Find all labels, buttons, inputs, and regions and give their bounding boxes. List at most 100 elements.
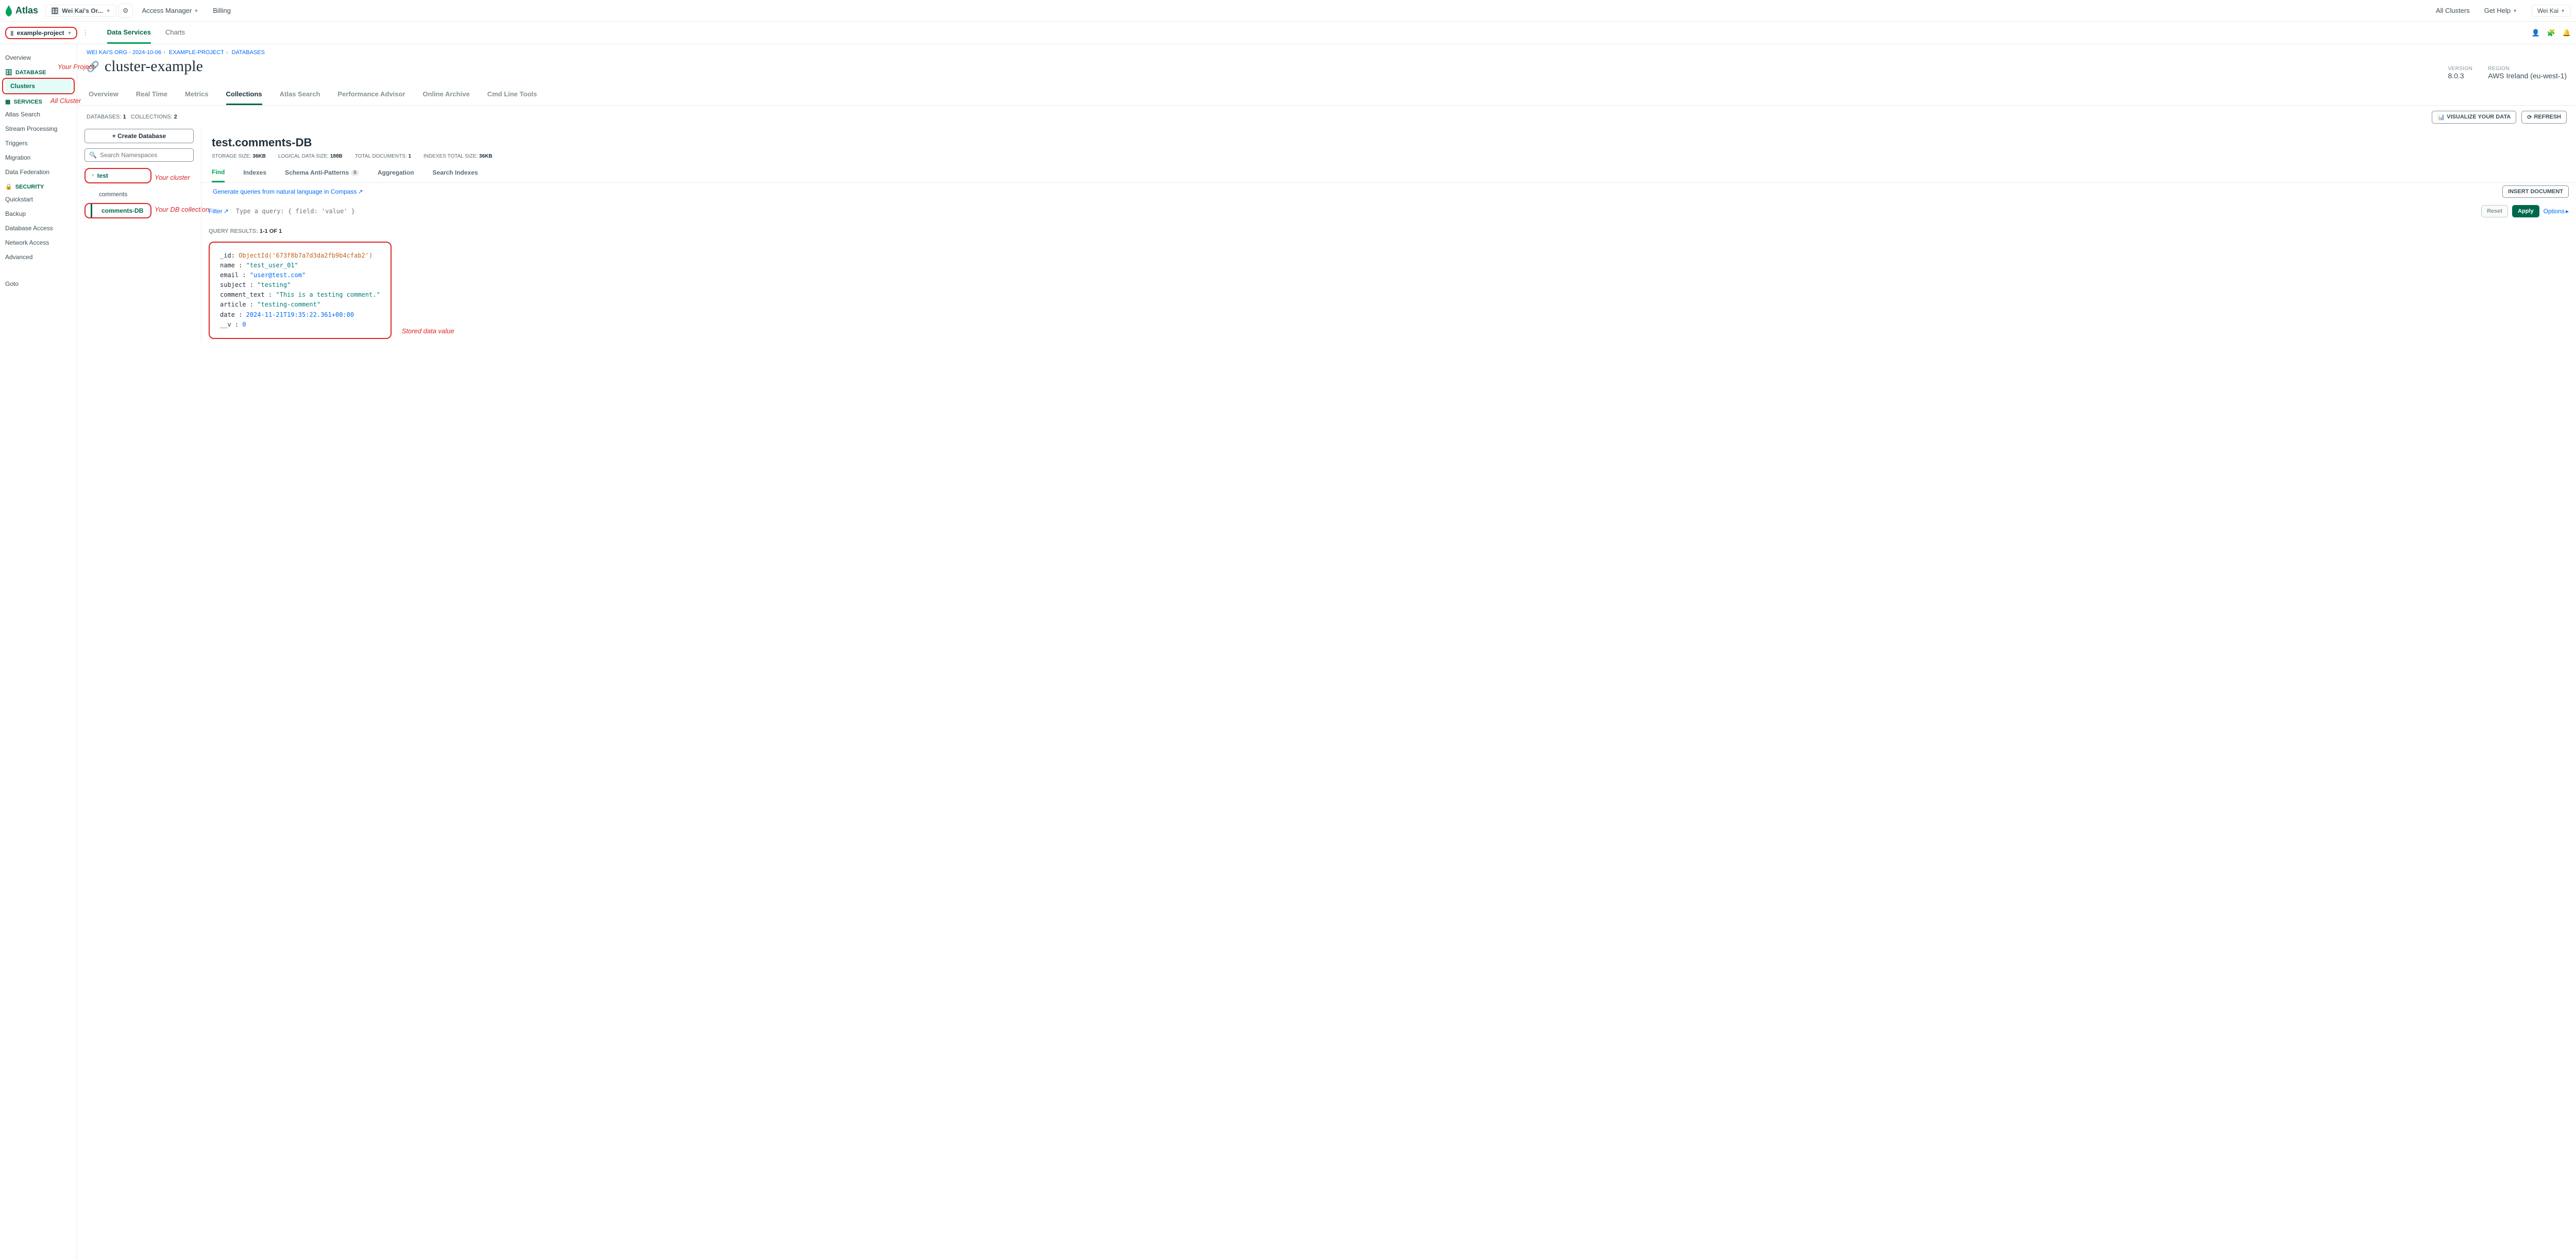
db-tree: + Create Database 🔍 ▾ test Your cluster … bbox=[77, 129, 201, 343]
nav-triggers[interactable]: Triggers bbox=[0, 136, 77, 150]
brand-text: Atlas bbox=[15, 5, 38, 16]
ctab-cmd[interactable]: Cmd Line Tools bbox=[487, 90, 537, 105]
collection-comments[interactable]: comments bbox=[84, 188, 194, 201]
version-label: VERSION bbox=[2448, 66, 2472, 72]
project-more-menu[interactable]: ⋮ bbox=[79, 29, 92, 37]
billing-link[interactable]: Billing bbox=[213, 7, 231, 14]
namespace-title: test.comments-DB bbox=[201, 129, 2576, 151]
nav-db-access[interactable]: Database Access bbox=[0, 221, 77, 235]
nav-overview[interactable]: Overview bbox=[0, 50, 77, 65]
nav-advanced[interactable]: Advanced bbox=[0, 250, 77, 264]
lock-icon: 🔒 bbox=[5, 183, 12, 190]
annotation-all-cluster: All Cluster bbox=[50, 97, 81, 105]
nav-heading-database: 🗄 DATABASE bbox=[0, 65, 77, 78]
ctab-realtime[interactable]: Real Time bbox=[136, 90, 167, 105]
bell-icon[interactable]: 🔔 bbox=[2563, 29, 2571, 37]
ctab-collections[interactable]: Collections bbox=[226, 90, 262, 105]
atlas-logo[interactable]: Atlas bbox=[5, 5, 38, 16]
access-manager-link[interactable]: Access Manager ▼ bbox=[142, 7, 199, 14]
cols-label: COLLECTIONS: bbox=[131, 114, 173, 120]
document-result[interactable]: _id: ObjectId('673f8b7a7d3da2fb9b4cfab2'… bbox=[209, 242, 392, 339]
search-namespaces[interactable]: 🔍 bbox=[84, 148, 194, 162]
options-link[interactable]: Options ▸ bbox=[2544, 208, 2569, 215]
nav-goto[interactable]: Goto bbox=[0, 277, 77, 291]
dtab-schema[interactable]: Schema Anti-Patterns0 bbox=[285, 163, 359, 182]
settings-button[interactable]: ⚙ bbox=[118, 4, 133, 18]
chevron-down-icon: ▼ bbox=[2561, 8, 2565, 13]
chevron-down-icon: ▼ bbox=[106, 8, 111, 13]
project-selector[interactable]: ▮ example-project ▼ bbox=[5, 27, 77, 39]
org-icon: 🗄 bbox=[51, 7, 59, 14]
org-selector[interactable]: 🗄 Wei Kai's Or... ▼ bbox=[45, 5, 116, 17]
search-input[interactable] bbox=[100, 151, 189, 159]
refresh-icon: ⟳ bbox=[2527, 114, 2532, 121]
counts-row: DATABASES: 1 COLLECTIONS: 2 📊VISUALIZE Y… bbox=[77, 106, 2576, 129]
annotation-cluster: Your cluster bbox=[155, 174, 190, 181]
collection-comments-db[interactable]: comments-DB bbox=[84, 203, 151, 218]
ctab-metrics[interactable]: Metrics bbox=[185, 90, 209, 105]
create-database-button[interactable]: + Create Database bbox=[84, 129, 194, 143]
apply-button[interactable]: Apply bbox=[2512, 205, 2539, 217]
collection-main: test.comments-DB STORAGE SIZE: 36KB LOGI… bbox=[201, 129, 2576, 343]
dtab-aggregation[interactable]: Aggregation bbox=[378, 163, 414, 182]
all-clusters-link[interactable]: All Clusters bbox=[2436, 7, 2470, 14]
stats-row: STORAGE SIZE: 36KB LOGICAL DATA SIZE: 18… bbox=[201, 151, 2576, 163]
dtab-search-indexes[interactable]: Search Indexes bbox=[433, 163, 478, 182]
dtab-indexes[interactable]: Indexes bbox=[243, 163, 266, 182]
cols-value: 2 bbox=[174, 114, 177, 120]
cluster-tabs: Overview Real Time Metrics Collections A… bbox=[77, 83, 2576, 106]
ctab-performance[interactable]: Performance Advisor bbox=[337, 90, 405, 105]
leaf-icon bbox=[5, 5, 12, 16]
nav-migration[interactable]: Migration bbox=[0, 150, 77, 165]
org-name: Wei Kai's Or... bbox=[62, 7, 103, 14]
ctab-archive[interactable]: Online Archive bbox=[422, 90, 469, 105]
doc-tabs: Find Indexes Schema Anti-Patterns0 Aggre… bbox=[201, 163, 2576, 183]
nav-stream[interactable]: Stream Processing bbox=[0, 122, 77, 136]
query-input[interactable] bbox=[233, 205, 2477, 218]
filter-row: Filter ↗ Reset Apply Options ▸ bbox=[201, 203, 2576, 224]
refresh-button[interactable]: ⟳REFRESH bbox=[2521, 111, 2567, 124]
activity-icon[interactable]: 🧩 bbox=[2547, 29, 2555, 37]
breadcrumb: WEI KAI'S ORG - 2024-10-06› EXAMPLE-PROJ… bbox=[77, 44, 2576, 56]
cluster-header: 🔗 cluster-example VERSION 8.0.3 REGION A… bbox=[77, 56, 2576, 80]
ctab-overview[interactable]: Overview bbox=[89, 90, 118, 105]
nav-quickstart[interactable]: Quickstart bbox=[0, 192, 77, 207]
user-menu[interactable]: Wei Kai ▼ bbox=[2532, 5, 2571, 17]
chevron-down-icon: ▼ bbox=[67, 30, 72, 36]
nav-atlas-search[interactable]: Atlas Search bbox=[0, 107, 77, 122]
dtab-find[interactable]: Find bbox=[212, 163, 225, 182]
gear-icon: ⚙ bbox=[123, 7, 129, 15]
nav-clusters[interactable]: Clusters bbox=[5, 79, 72, 93]
nav-backup[interactable]: Backup bbox=[0, 207, 77, 221]
nav-net-access[interactable]: Network Access bbox=[0, 235, 77, 250]
crumb-project[interactable]: EXAMPLE-PROJECT bbox=[169, 49, 224, 56]
search-icon: 🔍 bbox=[89, 151, 97, 159]
chevron-down-icon: ▼ bbox=[194, 8, 198, 13]
db-node-test[interactable]: ▾ test bbox=[84, 168, 151, 183]
dbs-label: DATABASES: bbox=[87, 114, 121, 120]
generate-queries-link[interactable]: Generate queries from natural language i… bbox=[209, 183, 367, 200]
main-panel: WEI KAI'S ORG - 2024-10-06› EXAMPLE-PROJ… bbox=[77, 44, 2576, 1259]
crumb-org[interactable]: WEI KAI'S ORG - 2024-10-06 bbox=[87, 49, 161, 56]
get-help-link[interactable]: Get Help ▼ bbox=[2484, 7, 2517, 14]
reset-button[interactable]: Reset bbox=[2481, 205, 2508, 217]
nav-data-federation[interactable]: Data Federation bbox=[0, 165, 77, 179]
insert-document-button[interactable]: INSERT DOCUMENT bbox=[2502, 185, 2569, 198]
invite-icon[interactable]: 👤 bbox=[2531, 29, 2539, 37]
help-label: Get Help bbox=[2484, 7, 2511, 14]
filter-label[interactable]: Filter ↗ bbox=[209, 208, 229, 215]
nav-heading-services: ▦ SERVICES bbox=[0, 94, 47, 107]
user-name: Wei Kai bbox=[2537, 7, 2558, 14]
chart-icon: 📊 bbox=[2437, 114, 2445, 121]
nav-heading-security: 🔒 SECURITY bbox=[0, 179, 77, 192]
tab-data-services[interactable]: Data Services bbox=[107, 22, 151, 44]
ctab-atlas-search[interactable]: Atlas Search bbox=[280, 90, 320, 105]
tab-charts[interactable]: Charts bbox=[165, 22, 185, 44]
chevron-right-icon: ▸ bbox=[2566, 208, 2569, 215]
dbs-value: 1 bbox=[123, 114, 126, 120]
crumb-databases[interactable]: DATABASES bbox=[232, 49, 265, 56]
visualize-button[interactable]: 📊VISUALIZE YOUR DATA bbox=[2432, 111, 2516, 124]
left-nav: Overview 🗄 DATABASE Clusters ▦ SERVICES … bbox=[0, 44, 77, 1259]
cluster-title: 🔗 cluster-example bbox=[87, 58, 203, 75]
services-icon: ▦ bbox=[5, 98, 10, 105]
